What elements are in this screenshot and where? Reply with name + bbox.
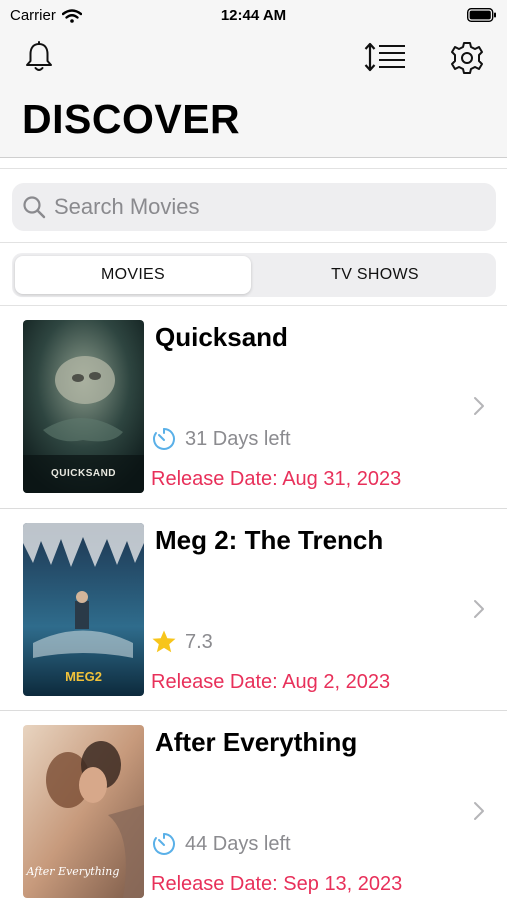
chevron-right-icon xyxy=(474,600,484,618)
release-date: Release Date: Aug 31, 2023 xyxy=(151,468,402,490)
movie-poster: MEG2 xyxy=(23,523,144,696)
rating: 7.3 xyxy=(185,630,213,653)
days-left: 31 Days left xyxy=(185,427,291,450)
tab-movies[interactable]: MOVIES xyxy=(15,256,251,294)
sort-icon xyxy=(364,42,405,72)
notifications-button[interactable] xyxy=(20,38,58,76)
bell-icon xyxy=(26,41,52,71)
movie-meta: 31 Days left xyxy=(151,426,291,452)
settings-button[interactable] xyxy=(447,38,487,78)
segmented-control: MOVIES TV SHOWS xyxy=(12,253,496,297)
list-item[interactable]: QUICKSAND Quicksand 31 Days left Release… xyxy=(0,306,507,508)
status-bar: Carrier 12:44 AM xyxy=(0,0,507,32)
release-date: Release Date: Aug 2, 2023 xyxy=(151,671,391,693)
timer-icon xyxy=(153,428,175,450)
segmented-control-container: MOVIES TV SHOWS xyxy=(0,244,507,306)
search-icon xyxy=(23,196,46,219)
movie-poster: After Everything xyxy=(23,725,144,898)
list-item[interactable]: After Everything After Everything 44 Day… xyxy=(0,710,507,900)
battery-icon xyxy=(467,8,496,22)
movie-title: After Everything xyxy=(155,727,358,757)
chevron-right-icon xyxy=(474,397,484,415)
movie-meta: 44 Days left xyxy=(151,831,291,857)
timer-icon xyxy=(153,833,175,855)
days-left: 44 Days left xyxy=(185,832,291,855)
poster-caption: After Everything xyxy=(26,865,120,878)
list-item[interactable]: MEG2 Meg 2: The Trench 7.3 Release Date:… xyxy=(0,508,507,710)
release-date: Release Date: Sep 13, 2023 xyxy=(151,873,403,895)
movie-meta: 7.3 xyxy=(151,629,213,655)
star-icon xyxy=(152,630,176,653)
gear-icon xyxy=(451,42,483,74)
search-bar[interactable] xyxy=(12,183,496,231)
status-time: 12:44 AM xyxy=(220,7,287,24)
movie-poster: QUICKSAND xyxy=(23,320,144,493)
search-input[interactable] xyxy=(54,194,474,220)
header: Carrier 12:44 AM DISCOVER xyxy=(0,0,507,158)
movie-title: Quicksand xyxy=(155,322,288,352)
page-title: DISCOVER xyxy=(22,96,241,142)
chevron-right-icon xyxy=(474,802,484,820)
movie-title: Meg 2: The Trench xyxy=(155,525,384,555)
poster-caption: MEG2 xyxy=(65,669,102,684)
movie-list: QUICKSAND Quicksand 31 Days left Release… xyxy=(0,306,507,900)
tab-tv-shows[interactable]: TV SHOWS xyxy=(257,256,493,294)
search-bar-container xyxy=(0,168,507,243)
sort-button[interactable] xyxy=(362,38,408,76)
poster-caption: QUICKSAND xyxy=(51,468,116,479)
